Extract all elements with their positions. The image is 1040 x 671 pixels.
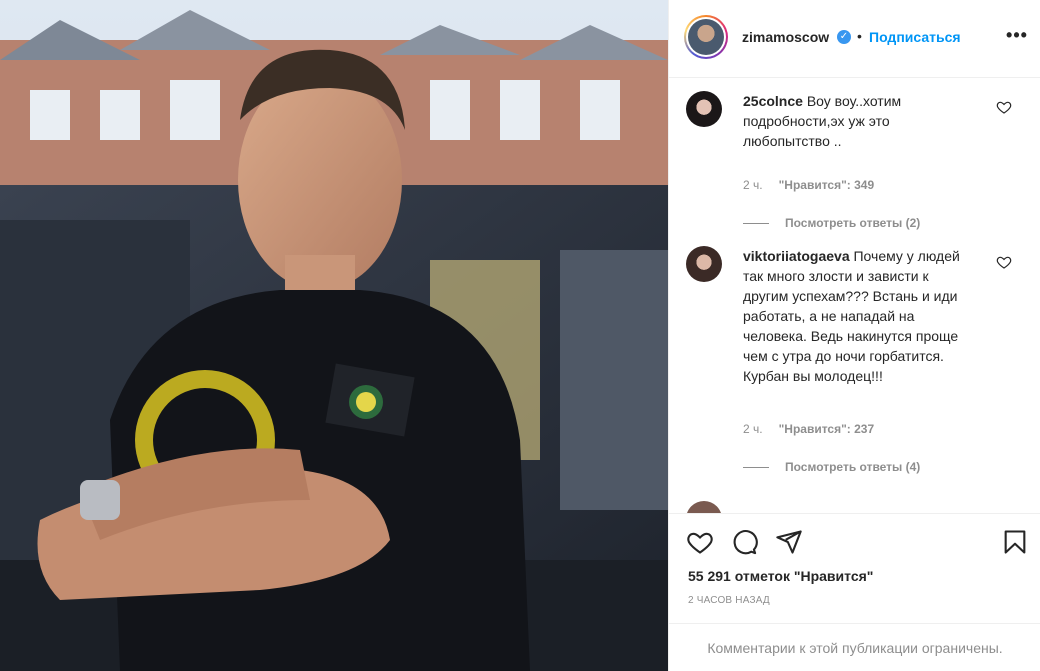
view-replies-label: Посмотреть ответы (4) — [785, 460, 921, 474]
commenter-avatar[interactable] — [686, 91, 722, 127]
author-username[interactable]: zimamoscow — [742, 29, 829, 45]
replies-divider — [743, 467, 769, 469]
comment-time[interactable]: 2 ч. — [743, 422, 763, 436]
post-photo[interactable] — [0, 0, 668, 671]
comment-item: 25colnce Воу воу..хотим подробности,эх у… — [686, 91, 1026, 231]
commenter-username[interactable]: viktoriiatogaeva — [743, 248, 850, 264]
comment-icon[interactable] — [730, 528, 758, 556]
comment-like-count[interactable]: "Нравится": 349 — [779, 178, 875, 192]
comment-time[interactable]: 2 ч. — [743, 178, 763, 192]
separator-dot: • — [857, 28, 862, 44]
verified-badge-icon: ✓ — [837, 30, 851, 44]
comment-text: 25colnce Воу воу..хотим подробности,эх у… — [743, 91, 973, 151]
comments-list[interactable]: 25colnce Воу воу..хотим подробности,эх у… — [669, 79, 1040, 513]
commenter-avatar[interactable] — [686, 501, 722, 513]
bookmark-icon[interactable] — [1001, 528, 1029, 556]
post-image — [0, 0, 668, 671]
view-replies-label: Посмотреть ответы (2) — [785, 216, 921, 230]
post-time[interactable]: 2 ЧАСОВ НАЗАД — [688, 595, 770, 606]
post-side-panel: zimamoscow ✓ • Подписаться ••• 25colnce … — [668, 0, 1040, 671]
view-replies-button[interactable]: Посмотреть ответы (2) — [743, 216, 920, 230]
author-avatar[interactable] — [684, 15, 728, 59]
post-header: zimamoscow ✓ • Подписаться ••• — [669, 0, 1040, 78]
comment-body: Почему у людей так много злости и завист… — [743, 248, 960, 384]
share-icon[interactable] — [775, 528, 803, 556]
commenter-avatar[interactable] — [686, 246, 722, 282]
comment-like-heart-icon[interactable] — [996, 254, 1012, 270]
comments-limited-notice: Комментарии к этой публикации ограничены… — [669, 623, 1040, 671]
more-options-icon[interactable]: ••• — [1005, 25, 1029, 49]
comment-text: viktoriiatogaeva Почему у людей так мног… — [743, 246, 973, 386]
view-replies-button[interactable]: Посмотреть ответы (4) — [743, 460, 920, 474]
post-actions: 55 291 отметок "Нравится" 2 ЧАСОВ НАЗАД … — [669, 513, 1040, 671]
avatar-image — [688, 19, 724, 55]
comment-like-heart-icon[interactable] — [996, 99, 1012, 115]
comment-meta: 2 ч. "Нравится": 349 — [743, 178, 874, 192]
comment-item: viktoriiatogaeva Почему у людей так мног… — [686, 246, 1026, 486]
comment-meta: 2 ч. "Нравится": 237 — [743, 422, 874, 436]
replies-divider — [743, 223, 769, 225]
comment-like-count[interactable]: "Нравится": 237 — [779, 422, 875, 436]
post-like-count[interactable]: 55 291 отметок "Нравится" — [688, 568, 873, 584]
follow-button[interactable]: Подписаться — [869, 29, 961, 45]
comment-item-partial — [686, 501, 1026, 513]
heart-icon[interactable] — [686, 528, 714, 556]
commenter-username[interactable]: 25colnce — [743, 93, 803, 109]
